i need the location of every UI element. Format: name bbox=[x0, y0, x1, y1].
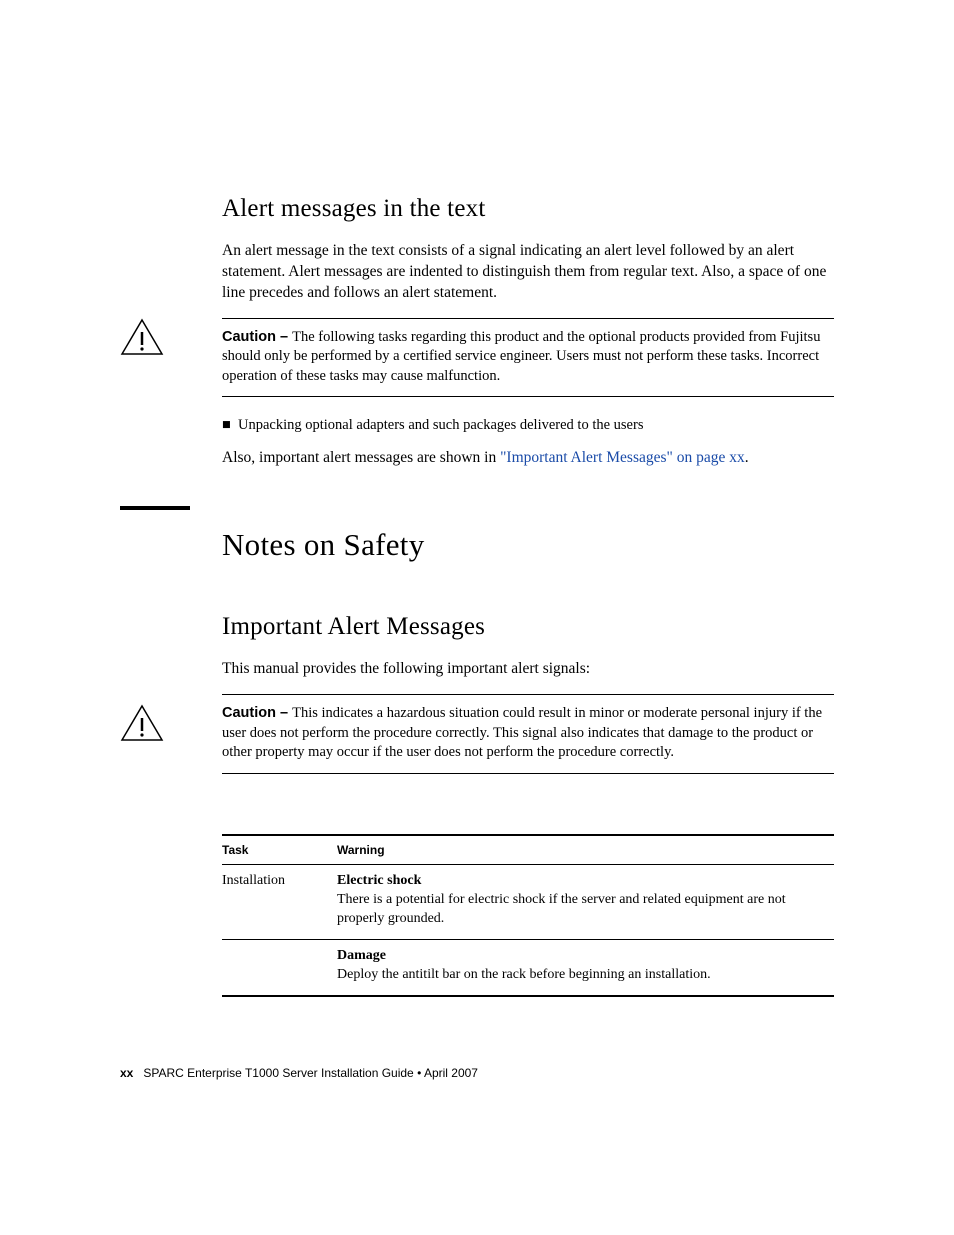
table-cell-task bbox=[222, 948, 337, 985]
footer-title: SPARC Enterprise T1000 Server Installati… bbox=[143, 1066, 478, 1080]
caution-block-2: Caution – This indicates a hazardous sit… bbox=[222, 694, 834, 774]
caution-icon bbox=[120, 704, 164, 742]
table-header-row: Task Warning bbox=[222, 834, 834, 865]
cross-reference-link[interactable]: "Important Alert Messages" on page xx bbox=[500, 449, 745, 466]
caution-block: Caution – The following tasks regarding … bbox=[222, 318, 834, 398]
section-rule bbox=[120, 506, 190, 510]
alert-table: Task Warning Installation Electric shock… bbox=[222, 834, 834, 997]
caution-text: The following tasks regarding this produ… bbox=[222, 329, 820, 384]
bullet-text: Unpacking optional adapters and such pac… bbox=[238, 417, 643, 434]
table-row: Damage Deploy the antitilt bar on the ra… bbox=[222, 940, 834, 997]
table-cell-task: Installation bbox=[222, 873, 337, 929]
major-heading-notes-on-safety: Notes on Safety bbox=[222, 527, 834, 563]
page-footer: xx SPARC Enterprise T1000 Server Install… bbox=[120, 1066, 478, 1080]
page-number: xx bbox=[120, 1066, 133, 1080]
intro-paragraph-2: This manual provides the following impor… bbox=[222, 659, 834, 680]
bullet-marker: ■ bbox=[222, 417, 238, 434]
caution-icon bbox=[120, 318, 164, 356]
table-row: Installation Electric shock There is a p… bbox=[222, 865, 834, 940]
caution-label: Caution – bbox=[222, 705, 292, 721]
section-heading-important-alert: Important Alert Messages bbox=[222, 613, 834, 641]
table-cell-warning: Damage Deploy the antitilt bar on the ra… bbox=[337, 948, 834, 985]
table-header-task: Task bbox=[222, 843, 337, 857]
caution-label: Caution – bbox=[222, 329, 292, 345]
caution-text: This indicates a hazardous situation cou… bbox=[222, 705, 822, 760]
also-paragraph: Also, important alert messages are shown… bbox=[222, 448, 834, 469]
section-heading-alert-messages: Alert messages in the text bbox=[222, 195, 834, 223]
table-cell-warning: Electric shock There is a potential for … bbox=[337, 873, 834, 929]
bullet-item: ■ Unpacking optional adapters and such p… bbox=[222, 417, 834, 434]
intro-paragraph: An alert message in the text consists of… bbox=[222, 241, 834, 304]
table-header-warning: Warning bbox=[337, 843, 834, 857]
